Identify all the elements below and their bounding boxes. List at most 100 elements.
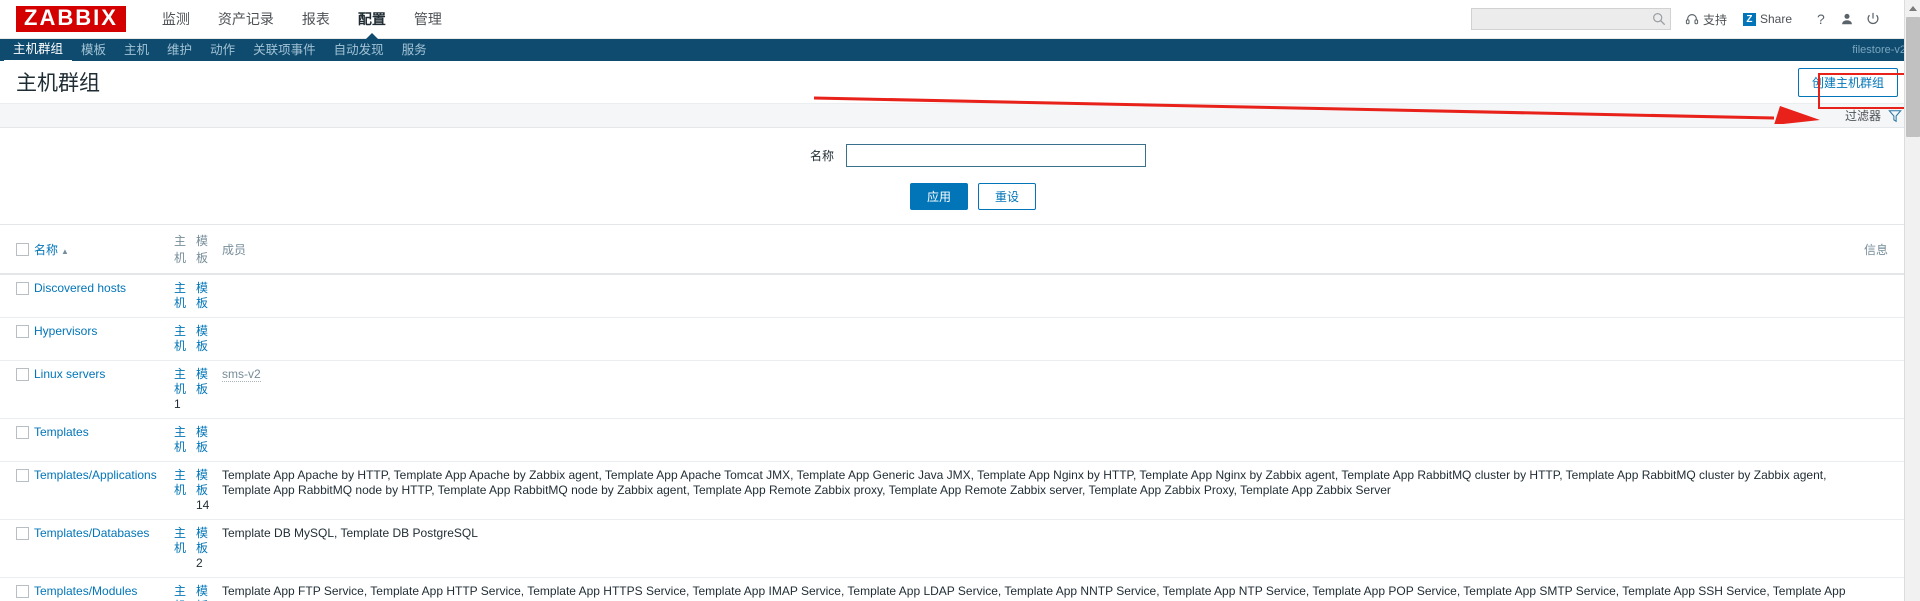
table-row[interactable]: Templates/Applications 主机 模板 14 Template… bbox=[0, 461, 1920, 520]
row-templates-cell: 模板 14 bbox=[192, 461, 218, 520]
host-group-link[interactable]: Templates/Modules bbox=[34, 584, 137, 598]
row-hosts-cell: 主机 bbox=[170, 461, 192, 520]
table-row[interactable]: Templates 主机 模板 bbox=[0, 418, 1920, 462]
create-host-group-button[interactable]: 创建主机群组 bbox=[1797, 67, 1898, 97]
row-checkbox[interactable] bbox=[16, 368, 29, 382]
host-group-link[interactable]: Linux servers bbox=[34, 367, 105, 381]
main-nav-administration[interactable]: 管理 bbox=[400, 0, 456, 39]
templates-link[interactable]: 模板 bbox=[196, 367, 208, 396]
row-templates-cell: 模板 2 bbox=[192, 519, 218, 578]
host-group-link[interactable]: Templates/Databases bbox=[34, 526, 149, 540]
table-row[interactable]: Templates/Modules 主机 模板 63 Template App … bbox=[0, 577, 1920, 601]
main-nav-inventory[interactable]: 资产记录 bbox=[204, 0, 288, 39]
templates-link[interactable]: 模板 bbox=[196, 425, 208, 454]
table-row[interactable]: Discovered hosts 主机 模板 bbox=[0, 274, 1920, 318]
sub-navigation-bar: 主机群组 模板 主机 维护 动作 关联项事件 自动发现 服务 filestore… bbox=[0, 38, 1920, 62]
scrollbar-thumb[interactable] bbox=[1906, 17, 1920, 137]
hosts-link[interactable]: 主机 bbox=[174, 468, 186, 497]
support-link[interactable]: 支持 bbox=[1685, 11, 1727, 28]
select-all-header bbox=[0, 225, 30, 275]
subnav-item-correlation[interactable]: 关联项事件 bbox=[244, 39, 325, 61]
table-row[interactable]: Templates/Databases 主机 模板 2 Template DB … bbox=[0, 519, 1920, 578]
subnav-item-maintenance[interactable]: 维护 bbox=[158, 39, 201, 61]
column-header-name[interactable]: 名称 ▲ bbox=[30, 225, 170, 275]
row-name-cell: Templates/Databases bbox=[30, 519, 170, 578]
filter-name-label: 名称 bbox=[809, 149, 834, 163]
row-members-cell: sms-v2 bbox=[218, 360, 1860, 419]
power-logout-icon[interactable] bbox=[1860, 4, 1886, 34]
row-name-cell: Templates bbox=[30, 418, 170, 462]
hosts-link[interactable]: 主机 bbox=[174, 526, 186, 555]
row-checkbox[interactable] bbox=[16, 469, 29, 483]
row-name-cell: Linux servers bbox=[30, 360, 170, 419]
row-checkbox-cell bbox=[0, 317, 30, 361]
row-checkbox[interactable] bbox=[16, 527, 29, 541]
row-checkbox-cell bbox=[0, 577, 30, 601]
user-profile-icon[interactable] bbox=[1834, 4, 1860, 34]
sort-ascending-icon: ▲ bbox=[61, 246, 69, 256]
templates-link[interactable]: 模板 bbox=[196, 468, 208, 497]
global-search[interactable] bbox=[1470, 8, 1671, 30]
row-templates-cell: 模板 bbox=[192, 418, 218, 462]
subnav-item-services[interactable]: 服务 bbox=[393, 39, 436, 61]
subnav-item-host-groups[interactable]: 主机群组 bbox=[4, 38, 73, 62]
help-icon[interactable]: ? bbox=[1808, 4, 1834, 34]
main-nav-configuration[interactable]: 配置 bbox=[344, 0, 400, 40]
templates-link[interactable]: 模板 bbox=[196, 281, 208, 310]
row-hosts-cell: 主机 bbox=[170, 577, 192, 601]
scrollbar-up-arrow-icon[interactable] bbox=[1905, 0, 1920, 16]
subnav-item-templates[interactable]: 模板 bbox=[72, 39, 115, 61]
subnav-item-hosts[interactable]: 主机 bbox=[115, 39, 158, 61]
row-templates-cell: 模板 63 bbox=[192, 577, 218, 601]
svg-text:?: ? bbox=[1817, 11, 1825, 27]
share-link[interactable]: Z Share bbox=[1742, 12, 1792, 26]
zabbix-logo[interactable]: ZABBIX bbox=[16, 6, 126, 32]
templates-link[interactable]: 模板 bbox=[196, 526, 208, 555]
select-all-checkbox[interactable] bbox=[16, 243, 29, 257]
table-row[interactable]: Linux servers 主机 1 模板 sms-v2 bbox=[0, 360, 1920, 419]
headset-icon bbox=[1685, 14, 1699, 25]
hosts-link[interactable]: 主机 bbox=[174, 367, 186, 396]
templates-link[interactable]: 模板 bbox=[196, 584, 208, 601]
row-hosts-cell: 主机 bbox=[170, 519, 192, 578]
subnav-item-discovery[interactable]: 自动发现 bbox=[325, 39, 393, 61]
main-nav-monitoring[interactable]: 监测 bbox=[148, 0, 204, 39]
members-text: Template App Apache by HTTP, Template Ap… bbox=[222, 468, 1827, 497]
hosts-link[interactable]: 主机 bbox=[174, 584, 186, 601]
page-title: 主机群组 bbox=[16, 72, 100, 95]
subnav-item-actions[interactable]: 动作 bbox=[201, 39, 244, 61]
row-checkbox[interactable] bbox=[16, 325, 29, 339]
search-input[interactable] bbox=[1471, 9, 1670, 29]
column-header-name-label: 名称 bbox=[34, 242, 59, 257]
row-checkbox-cell bbox=[0, 418, 30, 462]
hosts-link[interactable]: 主机 bbox=[174, 324, 186, 353]
filter-tab[interactable]: 过滤器 bbox=[1845, 107, 1902, 124]
row-members-cell: Template App Apache by HTTP, Template Ap… bbox=[218, 461, 1860, 520]
host-group-link[interactable]: Templates bbox=[34, 425, 89, 439]
hosts-count: 1 bbox=[174, 397, 181, 411]
row-templates-cell: 模板 bbox=[192, 360, 218, 419]
member-host-link[interactable]: sms-v2 bbox=[222, 367, 261, 382]
host-group-link[interactable]: Hypervisors bbox=[34, 324, 97, 338]
row-checkbox[interactable] bbox=[16, 585, 29, 599]
hosts-link[interactable]: 主机 bbox=[174, 425, 186, 454]
main-nav-reports[interactable]: 报表 bbox=[288, 0, 344, 39]
filter-tab-label: 过滤器 bbox=[1844, 109, 1881, 123]
apply-filter-button[interactable]: 应用 bbox=[909, 183, 968, 210]
row-checkbox[interactable] bbox=[16, 282, 29, 296]
row-templates-cell: 模板 bbox=[192, 274, 218, 318]
row-name-cell: Hypervisors bbox=[30, 317, 170, 361]
main-navigation: 监测 资产记录 报表 配置 管理 bbox=[148, 0, 456, 40]
row-checkbox-cell bbox=[0, 461, 30, 520]
host-group-link[interactable]: Templates/Applications bbox=[34, 468, 157, 482]
page-scrollbar[interactable] bbox=[1904, 0, 1920, 601]
row-hosts-cell: 主机 bbox=[170, 418, 192, 462]
filter-button-row: 应用 重设 bbox=[0, 183, 1920, 210]
filter-name-input[interactable] bbox=[846, 144, 1146, 167]
reset-filter-button[interactable]: 重设 bbox=[978, 183, 1037, 210]
templates-link[interactable]: 模板 bbox=[196, 324, 208, 353]
hosts-link[interactable]: 主机 bbox=[174, 281, 186, 310]
table-row[interactable]: Hypervisors 主机 模板 bbox=[0, 317, 1920, 361]
row-checkbox[interactable] bbox=[16, 426, 29, 440]
host-group-link[interactable]: Discovered hosts bbox=[34, 281, 126, 295]
